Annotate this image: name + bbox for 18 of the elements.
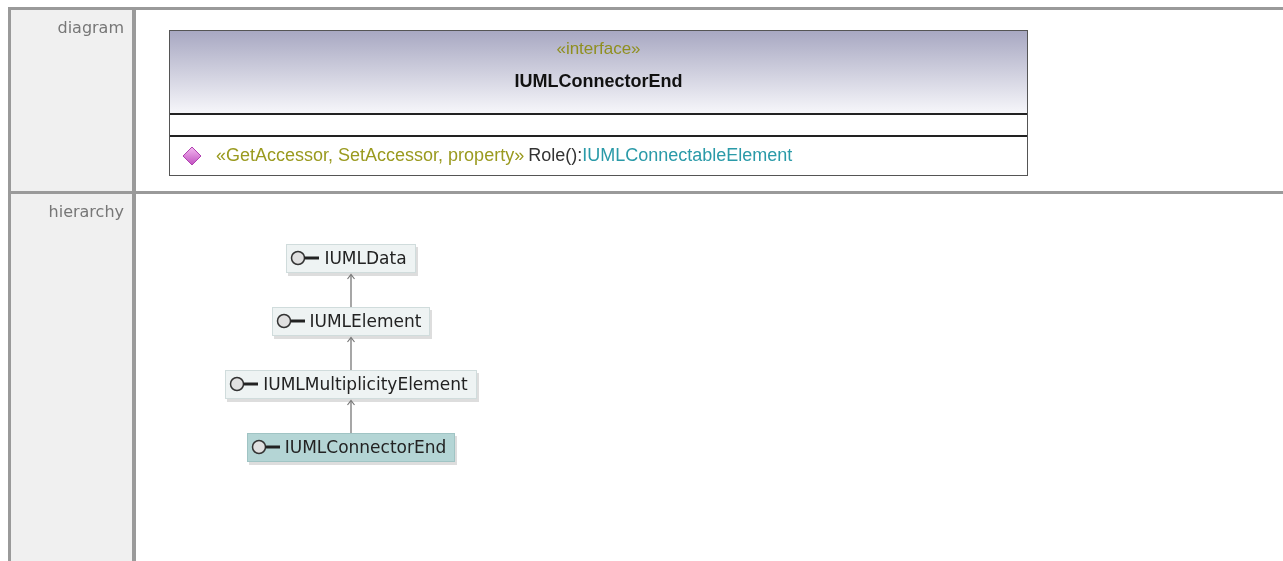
interface-icon [275, 313, 306, 329]
diamond-icon [182, 145, 202, 166]
generalization-arrow [346, 273, 356, 307]
generalization-arrow [346, 399, 356, 433]
section-label: hierarchy [48, 202, 124, 221]
interface-icon [290, 250, 321, 266]
interface-icon [229, 376, 260, 392]
class-name: IUMLConnectorEnd [514, 71, 683, 92]
generalization-arrow [346, 336, 356, 370]
operation-signature: Role():IUMLConnectableElement [528, 145, 793, 166]
interface-icon [250, 439, 281, 455]
operation-stereotype: «GetAccessor, SetAccessor, property» [216, 145, 525, 166]
section-label: diagram [57, 18, 124, 37]
interface-node[interactable]: IUMLConnectorEnd [246, 433, 456, 462]
interface-node[interactable]: IUMLMultiplicityElement [225, 370, 477, 399]
interface-node[interactable]: IUMLElement [271, 307, 431, 336]
stereotype-label: «interface» [556, 39, 641, 60]
interface-node[interactable]: IUMLData [286, 244, 416, 273]
